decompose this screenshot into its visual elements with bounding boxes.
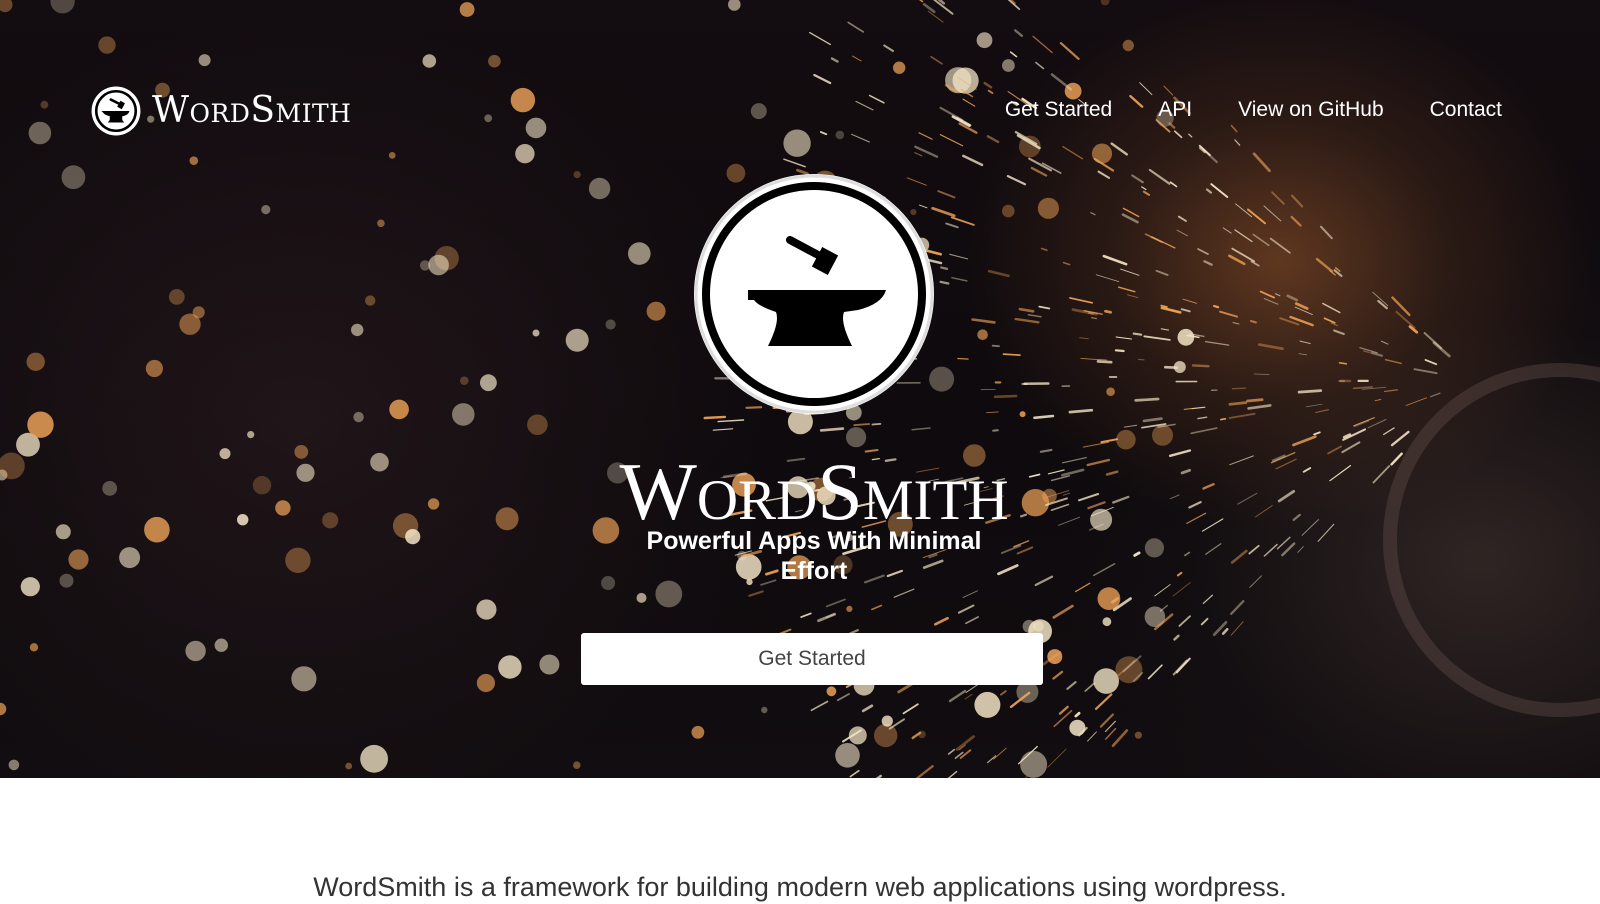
brand-name: WordSmith: [152, 93, 351, 129]
anvil-icon: [90, 85, 142, 137]
nav-link-get-started[interactable]: Get Started: [1005, 96, 1112, 124]
get-started-button[interactable]: Get Started: [581, 633, 1043, 685]
nav-link-github[interactable]: View on GitHub: [1238, 96, 1384, 124]
hero-title: WordSmith: [500, 448, 1128, 536]
hero-section: WordSmith Get Started API View on GitHub…: [0, 0, 1600, 778]
anvil-icon: [692, 172, 936, 416]
nav-links: Get Started API View on GitHub Contact: [1005, 96, 1502, 124]
nav-link-api[interactable]: API: [1158, 96, 1192, 124]
hero-tagline: Powerful Apps With Minimal Effort: [614, 526, 1014, 586]
intro-text: WordSmith is a framework for building mo…: [0, 870, 1600, 904]
nav-link-contact[interactable]: Contact: [1430, 96, 1502, 124]
top-navigation: WordSmith Get Started API View on GitHub…: [0, 0, 1600, 200]
intro-section: WordSmith is a framework for building mo…: [0, 778, 1600, 900]
brand-link[interactable]: WordSmith: [90, 84, 351, 138]
